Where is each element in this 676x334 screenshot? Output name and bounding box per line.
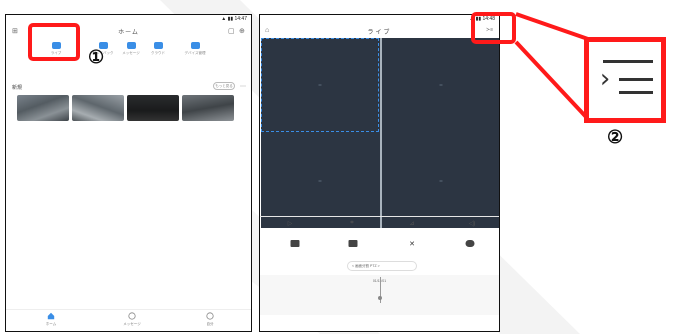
step-number-2: ②: [607, 127, 624, 147]
zoomed-device-list-icon: ›: [584, 37, 666, 123]
menu-line: [603, 60, 653, 63]
tutorial-screenshot: ▲ ▮▮ 14:47 ⊞ ホーム ▢ ⊕ ライブ プレイバック メッセージ クラ…: [0, 0, 676, 334]
callout-lines: [514, 12, 590, 121]
menu-line: [619, 91, 653, 94]
chevron-right-icon: ›: [597, 64, 613, 94]
menu-line: [619, 78, 653, 81]
